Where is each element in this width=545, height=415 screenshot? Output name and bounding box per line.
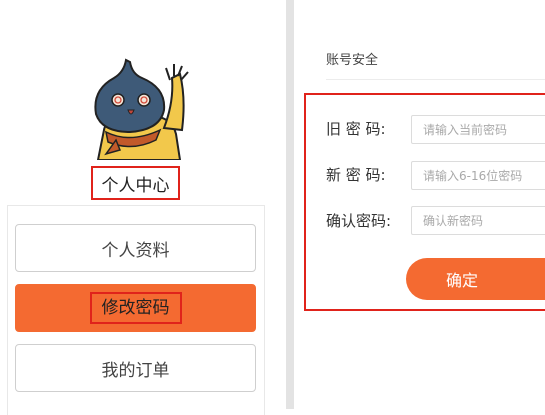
column-divider bbox=[286, 0, 294, 409]
sidebar-item-my-orders[interactable]: 我的订单 bbox=[15, 344, 256, 392]
sidebar-item-label: 个人资料 bbox=[101, 240, 170, 261]
sidebar-item-label: 我的订单 bbox=[101, 360, 170, 381]
sidebar-item-profile[interactable]: 个人资料 bbox=[15, 224, 256, 272]
confirm-password-input[interactable] bbox=[411, 206, 545, 235]
confirm-button[interactable]: 确定 bbox=[406, 258, 545, 300]
confirm-password-label: 确认密码: bbox=[326, 212, 392, 230]
user-center-sidebar: 个人中心 个人资料 修改密码 我的订单 bbox=[0, 0, 286, 415]
new-password-label: 新 密 码: bbox=[326, 166, 386, 184]
sidebar-item-change-password[interactable]: 修改密码 bbox=[15, 284, 256, 332]
section-divider bbox=[326, 79, 545, 80]
old-password-label: 旧 密 码: bbox=[326, 120, 386, 138]
sidebar-item-label: 修改密码 bbox=[89, 292, 182, 324]
new-password-input[interactable] bbox=[411, 161, 545, 190]
section-title: 账号安全 bbox=[326, 53, 379, 68]
user-center-title: 个人中心 bbox=[91, 166, 180, 200]
old-password-input[interactable] bbox=[411, 115, 545, 144]
cartoon-mascot-avatar bbox=[94, 58, 189, 160]
